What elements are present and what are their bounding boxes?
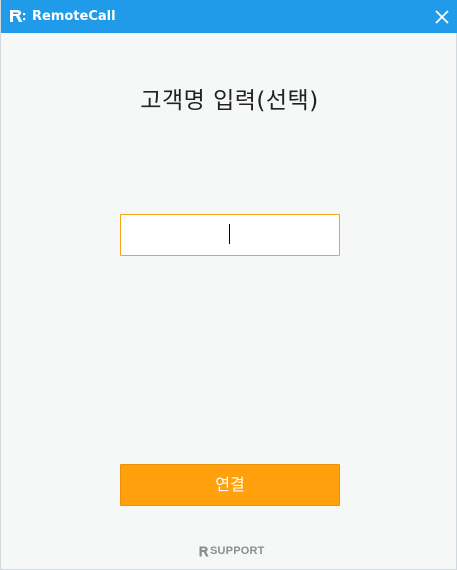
window-title: RemoteCall — [32, 9, 116, 24]
rsupport-logo-icon — [199, 546, 209, 556]
page-title: 고객명 입력(선택) — [140, 88, 319, 114]
close-icon — [434, 9, 449, 24]
connect-button[interactable]: 연결 — [120, 464, 340, 506]
customer-name-input[interactable] — [120, 214, 340, 256]
text-cursor — [229, 224, 230, 244]
remotecall-window: RemoteCall 고객명 입력(선택) 연결 SUPPORT — [0, 0, 457, 570]
title-bar: RemoteCall — [1, 0, 457, 33]
close-button[interactable] — [425, 0, 457, 33]
footer-brand: SUPPORT — [210, 545, 265, 557]
remotecall-logo-icon — [10, 10, 26, 22]
rsupport-logo: SUPPORT — [199, 543, 265, 559]
